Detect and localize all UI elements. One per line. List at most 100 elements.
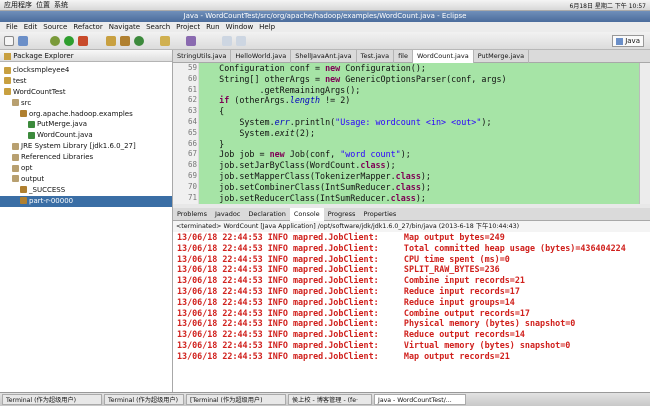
editor-tab[interactable]: PutMerge.java xyxy=(474,50,530,63)
menu-edit[interactable]: Edit xyxy=(24,23,38,31)
folder-icon xyxy=(20,186,27,194)
editor-tab[interactable]: Test.java xyxy=(357,50,395,63)
search-icon[interactable] xyxy=(186,36,196,46)
tree-item[interactable]: src xyxy=(0,98,172,109)
console-tab[interactable]: Console xyxy=(289,208,324,221)
console-line: 13/06/18 22:44:53 INFO mapred.JobClient:… xyxy=(177,307,530,318)
gnome-menu-applications[interactable]: 应用程序 xyxy=(4,0,32,10)
tree-item-label: test xyxy=(13,76,27,85)
taskbar-button[interactable]: Terminal (作为超级用户) xyxy=(2,394,102,405)
gnome-top-panel: 应用程序 位置 系统 6月18日 星期二 下午 10:57 xyxy=(0,0,650,11)
taskbar-button[interactable]: Terminal (作为超级用户) xyxy=(104,394,184,405)
tree-item-label: output xyxy=(21,174,45,183)
clock[interactable]: 6月18日 星期二 下午 10:57 xyxy=(570,1,646,10)
run-icon[interactable] xyxy=(64,36,74,46)
tree-item[interactable]: JRE System Library [jdk1.6.0_27] xyxy=(0,141,172,152)
tree-item[interactable]: clocksmpleyee4 xyxy=(0,65,172,76)
perspective-switcher[interactable]: Java xyxy=(611,35,644,47)
tree-item[interactable]: WordCount.java xyxy=(0,130,172,141)
tree-item-label: org.apache.hadoop.examples xyxy=(29,109,133,118)
code-line: Configuration conf = new Configuration()… xyxy=(199,63,426,73)
console-tab[interactable]: Progress xyxy=(324,208,360,221)
code-line: job.setCombinerClass(IntSumReducer.class… xyxy=(199,181,431,192)
console-line: 13/06/18 22:44:53 INFO mapred.JobClient:… xyxy=(177,296,515,307)
project-icon xyxy=(4,88,11,96)
open-type-icon[interactable] xyxy=(160,36,170,46)
editor-scrollbar[interactable] xyxy=(639,63,650,204)
console-tab[interactable]: Problems xyxy=(173,208,211,221)
menu-source[interactable]: Source xyxy=(43,23,67,31)
tree-item-label: src xyxy=(21,98,32,107)
tree-item[interactable]: WordCountTest xyxy=(0,87,172,98)
java-file-icon xyxy=(28,131,35,139)
line-number: 60 xyxy=(187,73,197,83)
line-number: 63 xyxy=(187,106,197,116)
code-line: String[] otherArgs = new GenericOptionsP… xyxy=(199,73,507,84)
tree-item-label: JRE System Library [jdk1.6.0_27] xyxy=(21,142,136,151)
console-tab[interactable]: Declaration xyxy=(244,208,289,221)
menu-file[interactable]: File xyxy=(6,23,18,31)
save-icon[interactable] xyxy=(18,36,28,46)
editor-tab[interactable]: StringUtils.java xyxy=(173,50,232,63)
console-line: 13/06/18 22:44:53 INFO mapred.JobClient:… xyxy=(177,275,525,286)
forward-icon[interactable] xyxy=(236,36,246,46)
code-line: job.setReducerClass(IntSumReducer.class)… xyxy=(199,192,426,203)
tree-item[interactable]: org.apache.hadoop.examples xyxy=(0,109,172,120)
gnome-menu-places[interactable]: 位置 xyxy=(36,0,50,10)
tree-item[interactable]: PutMerge.java xyxy=(0,119,172,130)
menu-search[interactable]: Search xyxy=(146,23,170,31)
taskbar-button[interactable]: [Terminal (作为超级用户) xyxy=(186,394,286,405)
code-area[interactable]: Configuration conf = new Configuration()… xyxy=(199,63,639,204)
console-tab[interactable]: Javadoc xyxy=(211,208,244,221)
menu-project[interactable]: Project xyxy=(176,23,200,31)
menu-run[interactable]: Run xyxy=(206,23,219,31)
package-explorer-tab[interactable]: Package Explorer xyxy=(0,50,172,62)
code-line: job.setJarByClass(WordCount.class); xyxy=(199,160,396,171)
code-line: .getRemainingArgs(); xyxy=(199,84,361,95)
new-java-project-icon[interactable] xyxy=(106,36,116,46)
console-tab[interactable]: Properties xyxy=(359,208,400,221)
code-line: } xyxy=(199,138,225,149)
console-output[interactable]: 13/06/18 22:44:53 INFO mapred.JobClient:… xyxy=(173,232,650,392)
menubar: File Edit Source Refactor Navigate Searc… xyxy=(0,22,650,32)
editor-tab[interactable]: WordCount.java xyxy=(412,50,474,63)
menu-window[interactable]: Window xyxy=(226,23,254,31)
line-number: 70 xyxy=(187,181,197,191)
tree-item[interactable]: opt xyxy=(0,163,172,174)
console-line: 13/06/18 22:44:53 INFO mapred.JobClient:… xyxy=(177,285,520,296)
editor-tab-bar: StringUtils.java HelloWorld.java ShellJava… xyxy=(173,50,650,63)
package-explorer-icon xyxy=(4,52,11,60)
new-class-icon[interactable] xyxy=(134,36,144,46)
tree-item[interactable]: output xyxy=(0,174,172,185)
package-explorer: Package Explorer clocksmpleyee4 test WordC… xyxy=(0,50,173,392)
menu-navigate[interactable]: Navigate xyxy=(109,23,140,31)
code-editor[interactable]: 59 60 61 62 63 64 65 66 67 68 69 70 71 Configuration… xyxy=(173,63,650,204)
tree-item[interactable]: part-r-00000 xyxy=(0,195,172,207)
console-line: 13/06/18 22:44:53 INFO mapred.JobClient:… xyxy=(177,253,510,264)
new-package-icon[interactable] xyxy=(120,36,130,46)
editor-tab[interactable]: HelloWorld.java xyxy=(231,50,292,63)
console-line: 13/06/18 22:44:53 INFO mapred.JobClient:… xyxy=(177,329,525,340)
console-line: 13/06/18 22:44:53 INFO mapred.JobClient:… xyxy=(177,242,626,253)
back-icon[interactable] xyxy=(222,36,232,46)
editor-tab[interactable]: ShellJavaAnt.java xyxy=(291,50,357,63)
tree-item[interactable]: test xyxy=(0,76,172,87)
external-tools-icon[interactable] xyxy=(78,36,88,46)
tree-item[interactable]: _SUCCESS xyxy=(0,185,172,196)
debug-icon[interactable] xyxy=(50,36,60,46)
code-line: job.setMapperClass(TokenizerMapper.class… xyxy=(199,170,431,181)
folder-icon xyxy=(12,142,19,150)
editor-tab[interactable]: file xyxy=(394,50,413,63)
taskbar-button[interactable]: Java - WordCountTest/... xyxy=(374,394,466,405)
tree-item[interactable]: Referenced Libraries xyxy=(0,152,172,163)
new-icon[interactable] xyxy=(4,36,14,46)
line-number: 64 xyxy=(187,117,197,126)
menu-help[interactable]: Help xyxy=(259,23,275,31)
code-line: Job job = new Job(conf, "word count"); xyxy=(199,149,411,160)
java-file-icon xyxy=(28,120,35,128)
folder-icon xyxy=(12,164,19,172)
gnome-menu-system[interactable]: 系统 xyxy=(54,0,68,10)
folder-icon xyxy=(12,153,19,161)
taskbar-button[interactable]: 侯上校 - 博客管理 - (fe· xyxy=(288,394,372,405)
menu-refactor[interactable]: Refactor xyxy=(73,23,102,31)
